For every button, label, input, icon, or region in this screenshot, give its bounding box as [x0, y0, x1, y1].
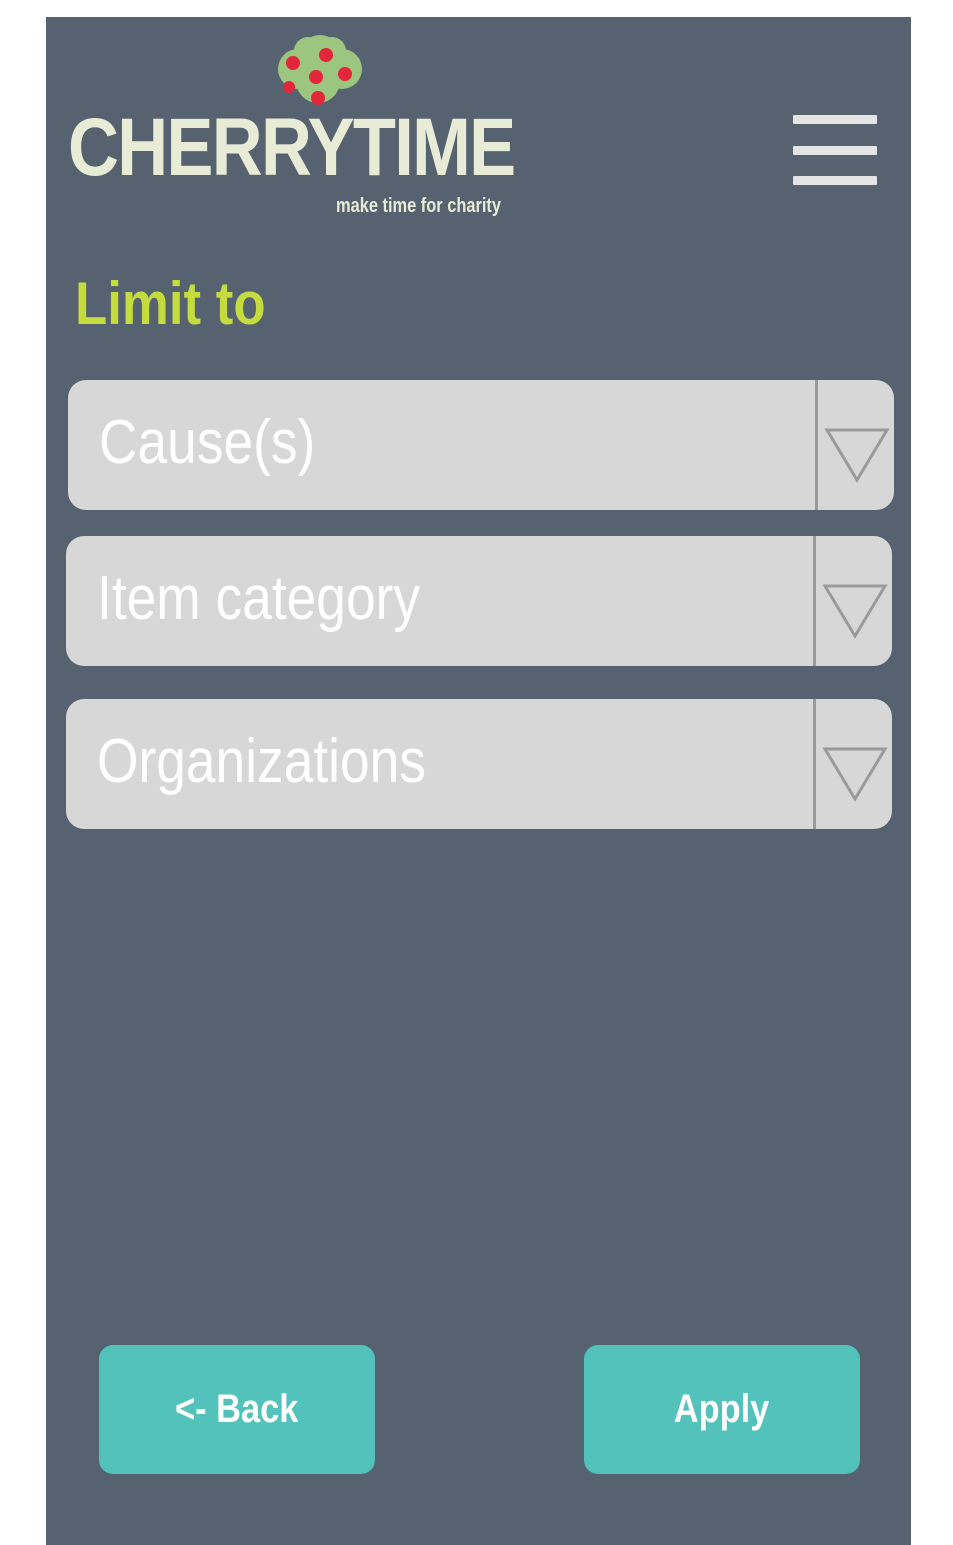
apply-button-label: Apply: [674, 1387, 770, 1431]
dropdown-label: Cause(s): [99, 408, 316, 477]
logo-tagline: make time for charity: [336, 195, 501, 217]
limit-to-heading: Limit to: [75, 270, 266, 337]
back-button-label: <- Back: [175, 1387, 299, 1431]
item-category-dropdown[interactable]: Item category: [66, 536, 892, 666]
back-button[interactable]: <- Back: [99, 1345, 375, 1474]
cherry-tree-icon: [278, 35, 362, 105]
apply-button[interactable]: Apply: [584, 1345, 860, 1474]
app-screen: CHERRYTIME make time for charity Limit t…: [46, 17, 911, 1545]
causes-dropdown[interactable]: Cause(s): [68, 380, 894, 510]
cherrytime-logo[interactable]: CHERRYTIME make time for charity: [68, 31, 528, 221]
organizations-dropdown[interactable]: Organizations: [66, 699, 892, 829]
logo-wordmark: CHERRYTIME: [68, 102, 516, 193]
triangle-down-icon[interactable]: [821, 580, 889, 640]
hamburger-menu-button[interactable]: [790, 109, 880, 191]
dropdown-label: Item category: [97, 564, 421, 633]
triangle-down-icon[interactable]: [823, 424, 891, 484]
dropdown-divider: [813, 699, 816, 829]
dropdown-divider: [813, 536, 816, 666]
triangle-down-icon[interactable]: [821, 743, 889, 803]
dropdown-divider: [815, 380, 818, 510]
dropdown-label: Organizations: [97, 727, 426, 796]
